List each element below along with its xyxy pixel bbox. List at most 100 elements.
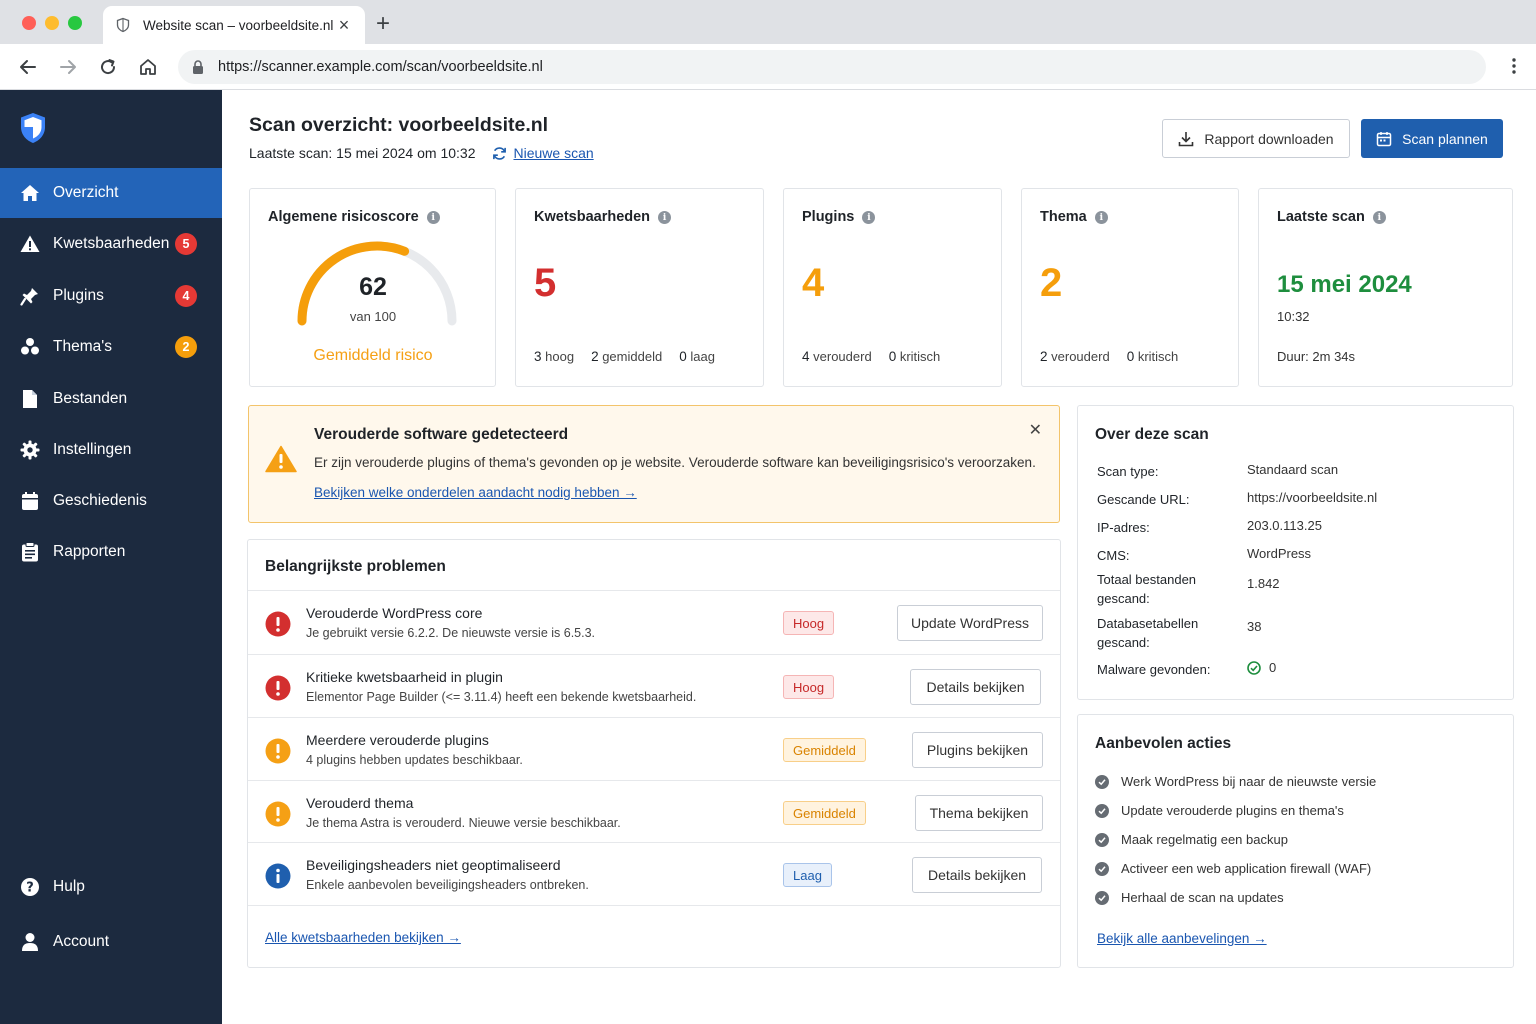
- close-icon[interactable]: ✕: [1029, 420, 1042, 440]
- vulnerabilities-count: 5: [534, 261, 557, 305]
- about-value: WordPress: [1247, 546, 1312, 561]
- sidebar-item-kwetsbaarheden[interactable]: Kwetsbaarheden 5: [0, 219, 222, 269]
- download-icon: [1179, 131, 1194, 146]
- divider: [248, 905, 1060, 906]
- sidebar-item-bestanden[interactable]: Bestanden: [0, 374, 222, 424]
- problem-title: Verouderd thema: [306, 795, 414, 811]
- home-browser-icon[interactable]: [136, 55, 160, 79]
- url-scheme: https://: [218, 59, 262, 75]
- sidebar-item-label: Overzicht: [53, 184, 119, 201]
- sidebar-item-label: Thema's: [53, 338, 112, 355]
- plugins-card[interactable]: Plugins i 4 4 verouderd 0 kritisch: [783, 188, 1002, 387]
- sidebar-item-account[interactable]: Account: [0, 917, 222, 967]
- severity-badge: Hoog: [783, 675, 835, 699]
- last-scan-line: Laatste scan: 15 mei 2024 om 10:32 Nieuw…: [249, 145, 594, 161]
- sidebar-item-label: Account: [53, 933, 110, 950]
- sidebar-item-instellingen[interactable]: Instellingen: [0, 425, 222, 475]
- risk-score-value: 62: [359, 273, 387, 301]
- theme-count: 2: [1040, 261, 1063, 305]
- alert-title: Verouderde software gedetecteerd: [314, 426, 569, 443]
- warning-circle-icon: [265, 738, 291, 769]
- check-icon: [1095, 890, 1109, 905]
- all-recommendations-link[interactable]: Bekijk alle aanbevelingen →: [1097, 931, 1267, 946]
- vulnerabilities-card[interactable]: Kwetsbaarheden i 5 3 hoog 2 gemiddeld 0 l…: [515, 188, 764, 387]
- sidebar-item-geschiedenis[interactable]: Geschiedenis: [0, 476, 222, 526]
- address-bar[interactable]: https://scanner.example.com/scan/voorbee…: [178, 50, 1486, 84]
- recommended-action-item: Herhaal de scan na updates: [1095, 890, 1284, 905]
- new-scan-link[interactable]: Nieuwe scan: [513, 145, 593, 161]
- browser-menu-icon[interactable]: [1512, 57, 1516, 80]
- severity-badge: Hoog: [783, 611, 835, 635]
- back-icon[interactable]: [16, 55, 40, 79]
- maximize-window-button[interactable]: [68, 16, 82, 30]
- about-value: 38: [1247, 619, 1262, 634]
- home-icon: [20, 183, 40, 203]
- action-text: Update verouderde plugins en thema's: [1121, 803, 1344, 818]
- plugins-breakdown: 4 verouderd 0 kritisch: [802, 349, 941, 364]
- sidebar-item-rapporten[interactable]: Rapporten: [0, 527, 222, 577]
- sidebar-item-label: Kwetsbaarheden: [53, 235, 170, 252]
- action-text: Herhaal de scan na updates: [1121, 890, 1284, 905]
- user-icon: [20, 932, 40, 952]
- sidebar-item-plugins[interactable]: Plugins 4: [0, 271, 222, 321]
- forward-icon[interactable]: [56, 55, 80, 79]
- sidebar: Overzicht Kwetsbaarheden 5 Plugins 4 The…: [0, 90, 222, 1024]
- lock-icon: [193, 60, 203, 74]
- info-icon[interactable]: i: [658, 210, 672, 224]
- check-icon: [1095, 774, 1109, 789]
- close-window-button[interactable]: [22, 16, 36, 30]
- sidebar-item-label: Geschiedenis: [53, 492, 147, 509]
- about-value: 203.0.113.25: [1247, 518, 1322, 533]
- problem-description: 4 plugins hebben updates beschikbaar.: [306, 753, 523, 767]
- url-host: scanner.example.com: [261, 59, 403, 75]
- recommended-action-item: Maak regelmatig een backup: [1095, 832, 1288, 847]
- problem-title: Kritieke kwetsbaarheid in plugin: [306, 669, 503, 685]
- close-tab-icon[interactable]: ×: [335, 15, 353, 36]
- minimize-window-button[interactable]: [45, 16, 59, 30]
- count-badge: 2: [175, 336, 197, 358]
- new-tab-icon[interactable]: +: [376, 10, 390, 38]
- info-icon: [265, 863, 291, 894]
- info-icon[interactable]: i: [862, 210, 876, 224]
- info-icon[interactable]: i: [1094, 210, 1108, 224]
- theme-card[interactable]: Thema i 2 2 verouderd 0 kritisch: [1021, 188, 1239, 387]
- count-badge: 4: [175, 285, 197, 307]
- info-icon[interactable]: i: [426, 210, 440, 224]
- reload-icon[interactable]: [96, 55, 120, 79]
- schedule-scan-button[interactable]: Scan plannen: [1361, 119, 1503, 158]
- warning-triangle-icon: [265, 445, 297, 473]
- sidebar-item-themas[interactable]: Thema's 2: [0, 322, 222, 372]
- sidebar-item-hulp[interactable]: ? Hulp: [0, 862, 222, 912]
- problem-action-button[interactable]: Details bekijken: [910, 669, 1041, 705]
- gear-icon: [20, 440, 40, 460]
- browser-tab[interactable]: Website scan – voorbeeldsite.nl ×: [103, 6, 365, 44]
- file-icon: [20, 389, 40, 409]
- about-key: CMS:: [1097, 548, 1130, 563]
- svg-text:?: ?: [26, 881, 34, 896]
- recommended-action-item: Activeer een web application firewall (W…: [1095, 861, 1371, 876]
- problem-row: Beveiligingsheaders niet geoptimaliseerd…: [248, 842, 1060, 905]
- download-report-button[interactable]: Rapport downloaden: [1162, 119, 1350, 158]
- problem-action-button[interactable]: Thema bekijken: [915, 795, 1043, 831]
- card-title: Thema i: [1040, 209, 1108, 225]
- all-vulnerabilities-link[interactable]: Alle kwetsbaarheden bekijken →: [265, 930, 461, 945]
- alert-link[interactable]: Bekijken welke onderdelen aandacht nodig…: [314, 485, 637, 500]
- info-icon[interactable]: i: [1372, 210, 1386, 224]
- about-key: Scan type:: [1097, 464, 1159, 479]
- problem-action-button[interactable]: Plugins bekijken: [912, 732, 1043, 768]
- history-icon: [20, 491, 40, 511]
- shield-logo-icon[interactable]: [20, 112, 46, 149]
- top-problems-card: Belangrijkste problemen Verouderde WordP…: [247, 539, 1061, 968]
- check-icon: [1095, 861, 1109, 876]
- warning-circle-icon: [265, 801, 291, 832]
- problem-action-button[interactable]: Details bekijken: [912, 857, 1042, 893]
- sidebar-item-overzicht[interactable]: Overzicht: [0, 168, 222, 218]
- plug-icon: [20, 286, 40, 306]
- last-scan-date: 15 mei 2024: [1277, 271, 1412, 298]
- about-value: 0: [1247, 660, 1276, 675]
- calendar-icon: [1376, 131, 1392, 146]
- problem-action-button[interactable]: Update WordPress: [897, 605, 1043, 641]
- check-icon: [1095, 803, 1109, 818]
- about-key: Gescande URL:: [1097, 492, 1190, 507]
- refresh-icon[interactable]: [492, 146, 507, 161]
